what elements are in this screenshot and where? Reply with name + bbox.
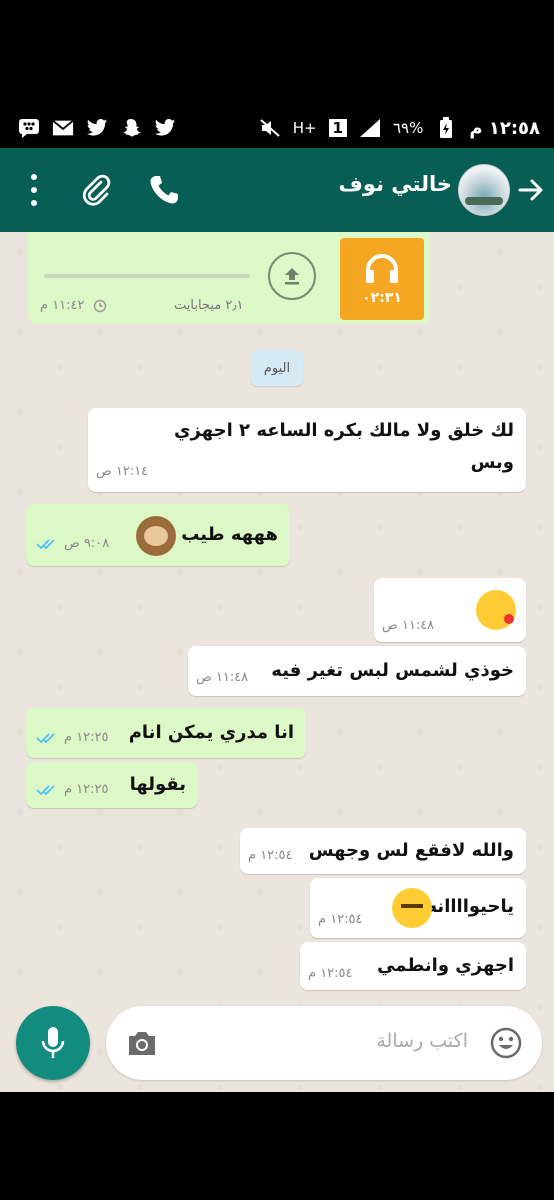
message-time: ١٢:٢٥ م <box>64 730 109 745</box>
read-receipt-icon <box>36 732 55 743</box>
message-text: لك خلق ولا مالك بكره الساعه ٢ اجهزي <box>174 420 514 441</box>
message-meta: ٩:٠٨ ص <box>36 536 109 551</box>
snapchat-icon <box>120 118 142 138</box>
message-input-box[interactable]: اكتب رسالة <box>106 1006 542 1080</box>
message-time: ١٢:٢٥ م <box>64 782 109 797</box>
message-time: ١١:٤٢ م <box>40 298 85 313</box>
microphone-icon <box>41 1027 65 1058</box>
voice-record-button[interactable] <box>16 1006 90 1080</box>
read-receipt-icon <box>36 784 55 795</box>
contact-avatar[interactable] <box>458 164 510 216</box>
message-text: وبس <box>470 452 514 473</box>
voice-file-size: ٢٫١ ميجابايت <box>174 298 244 313</box>
status-system-icons: H+ 1 ٦٩% ١٢:٥٨ م <box>259 117 540 139</box>
audio-thumbnail: ٠٢:٣١ <box>340 238 424 320</box>
status-bar: H+ 1 ٦٩% ١٢:٥٨ م <box>0 108 554 148</box>
incoming-message-bubble[interactable]: ١١:٤٨ ص <box>374 578 526 642</box>
message-meta: ١٢:٢٥ م <box>36 730 109 745</box>
twitter-icon <box>154 118 176 138</box>
message-time: ١٢:٥٤ م <box>318 912 363 927</box>
message-time: ١٢:٥٤ م <box>308 966 353 981</box>
battery-percent: ٦٩% <box>392 119 424 137</box>
back-arrow-icon[interactable] <box>516 176 544 204</box>
message-time: ١٢:٥٤ م <box>248 848 293 863</box>
message-meta: ١٢:٥٤ م <box>248 848 293 863</box>
message-time: ١١:٤٨ ص <box>382 618 435 633</box>
date-separator: اليوم <box>251 350 303 386</box>
call-icon[interactable] <box>146 172 182 208</box>
message-text: والله لافقع لس وجهس <box>308 840 514 861</box>
voice-message-bubble[interactable]: ٠٢:٣١ ٢٫١ ميجابايت ١١:٤٢ م <box>28 232 430 324</box>
message-meta: ١١:٤٨ ص <box>382 618 434 633</box>
message-text: هههه طيب <box>181 524 278 545</box>
signal-icon <box>359 118 381 138</box>
sim-indicator: 1 <box>328 119 347 137</box>
message-text: اجهزي وانطمي <box>377 955 514 976</box>
clock: ١٢:٥٨ م <box>469 117 540 139</box>
bbm-icon <box>18 118 40 138</box>
message-time: ١٢:١٤ ص <box>96 464 149 479</box>
kissing-wink-emoji <box>476 590 516 630</box>
message-text: خوذي لشمس لبس تغير فيه <box>271 660 514 681</box>
upload-arrow-icon <box>285 268 299 285</box>
mail-icon <box>52 118 74 138</box>
twitter-icon <box>86 118 108 138</box>
message-text: انا مدري يمكن انام <box>128 722 294 743</box>
message-meta: ١٢:٥٤ م <box>318 912 363 927</box>
message-time: ١١:٤٨ ص <box>196 670 249 685</box>
clock-pending-icon <box>93 299 106 312</box>
message-meta: ١٢:٢٥ م <box>36 782 109 797</box>
see-no-evil-monkey-emoji <box>136 516 176 556</box>
status-notification-icons <box>18 118 176 138</box>
message-time: ٩:٠٨ ص <box>64 536 110 551</box>
message-input-placeholder[interactable]: اكتب رسالة <box>376 1030 468 1052</box>
message-composer: اكتب رسالة <box>0 1000 554 1092</box>
incoming-message-bubble[interactable]: لك خلق ولا مالك بكره الساعه ٢ اجهزي وبس … <box>88 408 526 492</box>
incoming-message-bubble[interactable]: اجهزي وانطمي ١٢:٥٤ م <box>300 942 526 990</box>
message-text: بقولها <box>129 774 186 795</box>
bottom-black-area <box>0 1092 554 1200</box>
top-black-area <box>0 0 554 108</box>
voice-duration: ٠٢:٣١ <box>362 290 402 306</box>
camera-icon[interactable] <box>126 1028 158 1058</box>
attach-icon[interactable] <box>78 172 114 208</box>
message-text: ياحيواااانه <box>426 896 514 917</box>
upload-button[interactable] <box>268 252 316 300</box>
message-meta: ١١:٤٨ ص <box>196 670 248 685</box>
mute-icon <box>259 118 281 138</box>
incoming-message-bubble[interactable]: والله لافقع لس وجهس ١٢:٥٤ م <box>240 828 526 874</box>
incoming-message-bubble[interactable]: خوذي لشمس لبس تغير فيه ١١:٤٨ ص <box>188 646 526 696</box>
voice-message-meta: ١١:٤٢ م <box>40 298 107 313</box>
angry-face-emoji <box>392 888 432 928</box>
contact-name[interactable]: خالتي نوف <box>339 172 452 196</box>
message-meta: ١٢:١٤ ص <box>96 464 148 479</box>
outgoing-message-bubble[interactable]: هههه طيب ٩:٠٨ ص <box>26 504 290 566</box>
chat-area[interactable]: ٠٢:٣١ ٢٫١ ميجابايت ١١:٤٢ م اليوم لك خلق … <box>0 232 554 1092</box>
incoming-message-bubble[interactable]: ياحيواااانه ١٢:٥٤ م <box>310 878 526 938</box>
voice-progress-track[interactable] <box>44 274 250 278</box>
headphones-icon <box>366 254 398 283</box>
message-meta: ١٢:٥٤ م <box>308 966 353 981</box>
network-type: H+ <box>292 119 317 137</box>
more-options-icon[interactable] <box>22 174 46 206</box>
emoji-icon[interactable] <box>490 1027 522 1059</box>
read-receipt-icon <box>36 538 55 549</box>
outgoing-message-bubble[interactable]: بقولها ١٢:٢٥ م <box>26 762 198 808</box>
chat-header: خالتي نوف <box>0 148 554 232</box>
outgoing-message-bubble[interactable]: انا مدري يمكن انام ١٢:٢٥ م <box>26 708 306 758</box>
battery-charging-icon <box>435 117 457 138</box>
